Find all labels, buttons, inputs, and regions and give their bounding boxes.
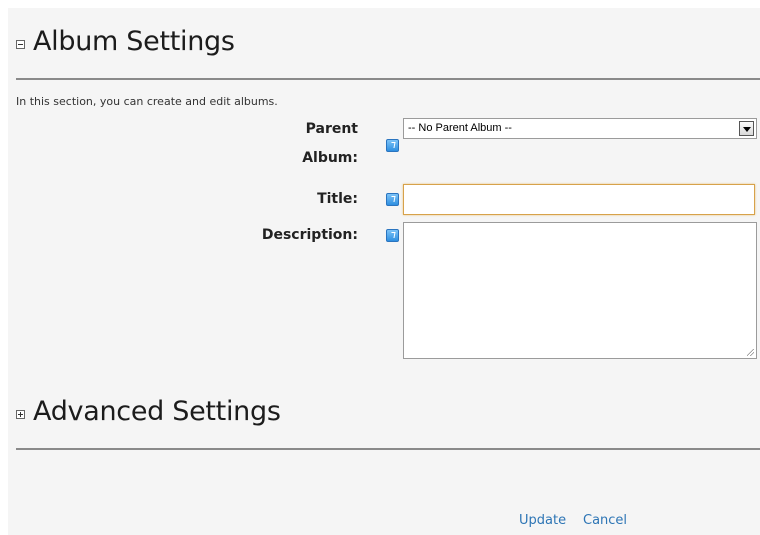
section-intro: In this section, you can create and edit… (16, 95, 278, 108)
description-label: Description: (261, 227, 358, 243)
cancel-link[interactable]: Cancel (583, 513, 627, 528)
album-settings-title: Album Settings (33, 26, 235, 57)
album-settings-header[interactable]: Album Settings (16, 26, 235, 57)
help-icon[interactable] (386, 229, 399, 242)
resize-grip-icon[interactable] (747, 349, 754, 356)
expand-icon[interactable] (16, 410, 25, 419)
title-input[interactable] (403, 184, 755, 215)
collapse-icon[interactable] (16, 40, 25, 49)
parent-album-label-line2: Album: (302, 150, 358, 166)
settings-panel: Album Settings In this section, you can … (8, 8, 760, 535)
section-divider (16, 448, 760, 450)
description-textarea[interactable] (403, 222, 757, 359)
advanced-settings-title: Advanced Settings (33, 396, 281, 427)
chevron-down-icon[interactable] (739, 121, 754, 136)
title-label: Title: (317, 191, 358, 207)
section-divider (16, 78, 760, 80)
parent-album-select[interactable]: -- No Parent Album -- (403, 118, 757, 139)
advanced-settings-header[interactable]: Advanced Settings (16, 396, 281, 427)
update-link[interactable]: Update (519, 513, 566, 528)
parent-album-label-line1: Parent (305, 121, 358, 137)
parent-album-selected: -- No Parent Album -- (408, 122, 512, 134)
help-icon[interactable] (386, 193, 399, 206)
help-icon[interactable] (386, 139, 399, 152)
